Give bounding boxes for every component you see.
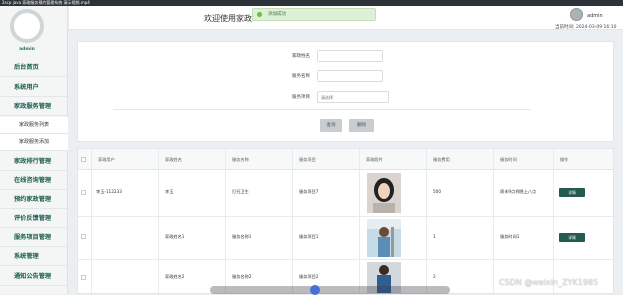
service-name-input[interactable] [317,70,383,82]
cell-item: 服务项目7 [299,189,319,194]
col-user: 家政用户 [98,157,115,162]
cell-fee: 1 [433,234,436,239]
cell-item: 服务项目1 [299,234,319,239]
cell-fee: 2 [433,274,436,279]
success-toast: 添加成功 [252,8,376,21]
sidebar-item-feedback[interactable]: 评价反馈管理 [0,209,68,228]
col-photo: 家政照片 [366,157,383,162]
service-field-label: 服务名称 [292,74,310,79]
col-fee: 服务费用 [433,157,450,162]
service-table: 家政用户 家政姓名 服务名称 服务项目 家政照片 服务费用 服务时间 操作 李玉… [77,148,614,294]
sidebar-admin-label: admin [19,47,35,52]
table-row: 李玉-112233 李玉 打扫卫生 服务项目7 500 周末9点到晚上八点 详情 [78,170,613,217]
item-field-label: 服务项目 [292,95,310,100]
select-all-checkbox[interactable] [81,157,86,162]
sidebar-item-booking[interactable]: 预约家政管理 [0,190,68,209]
video-control-bar[interactable] [210,285,450,295]
col-item: 服务项目 [299,157,316,162]
name-input[interactable] [317,50,383,62]
user-name[interactable]: admin [587,13,603,19]
welcome-title: 欢迎使用家政 [204,14,252,23]
user-avatar[interactable] [570,8,583,21]
sidebar-item-consult[interactable]: 在线咨询管理 [0,171,68,190]
row-checkbox[interactable] [81,234,86,239]
col-time: 服务时间 [500,157,517,162]
table-row: 家政姓名1 服务名称1 服务项目1 1 服务时间1 详情 [78,217,613,260]
photo-woman-image [367,173,401,213]
detail-button[interactable]: 详情 [559,233,585,242]
sidebar-subitem-service-list[interactable]: 家政服务列表 [0,117,68,134]
cell-service: 打扫卫生 [232,189,249,194]
admin-avatar [10,9,44,43]
sidebar-subitem-service-add[interactable]: 家政服务添加 [0,134,68,151]
col-action: 操作 [560,157,569,162]
service-item-select[interactable] [317,91,389,103]
search-panel: 家政姓名 服务名称 服务项目 查询 删除 [77,41,614,142]
sidebar: admin 后台首页 系统用户 家政服务管理 家政服务列表 家政服务添加 家政排… [0,6,68,294]
watermark-text: CSDN @weixin_ZYK1985 [499,278,599,287]
sidebar-item-notice[interactable]: 通知公告管理 [0,267,68,286]
cell-user: 李玉-112233 [96,189,122,194]
form-divider [113,109,531,110]
sidebar-item-ranking[interactable]: 家政排行管理 [0,152,68,171]
cell-service: 服务名称1 [232,234,252,239]
query-button[interactable]: 查询 [320,119,342,132]
cell-name: 家政姓名1 [165,234,185,239]
sidebar-item-system-users[interactable]: 系统用户 [0,78,68,97]
toast-message: 添加成功 [268,12,286,17]
name-field-label: 家政姓名 [292,54,310,59]
worker-photo [367,219,401,257]
sidebar-item-service-management[interactable]: 家政服务管理 [0,97,68,116]
delete-button[interactable]: 删除 [349,119,374,132]
photo-cleaner-image [367,219,401,257]
sidebar-item-system[interactable]: 系统管理 [0,247,68,266]
row-checkbox[interactable] [81,190,86,195]
col-service: 服务名称 [232,157,249,162]
cell-name: 李玉 [165,189,174,194]
cell-time: 服务时间1 [500,234,520,239]
cell-name: 家政姓名2 [165,274,185,279]
cell-fee: 500 [433,189,441,194]
sidebar-item-service-items[interactable]: 服务项目管理 [0,228,68,247]
col-name: 家政姓名 [165,157,182,162]
current-time: 当前时间: 2024-03-09 16:10 [555,25,617,30]
detail-button[interactable]: 详情 [559,188,585,197]
sidebar-item-home[interactable]: 后台首页 [0,58,68,77]
worker-photo [367,173,401,213]
cell-service: 服务名称2 [232,274,252,279]
cell-time: 周末9点到晚上八点 [500,189,537,194]
success-icon [257,12,262,17]
row-checkbox[interactable] [81,275,86,280]
cell-item: 服务项目2 [299,274,319,279]
